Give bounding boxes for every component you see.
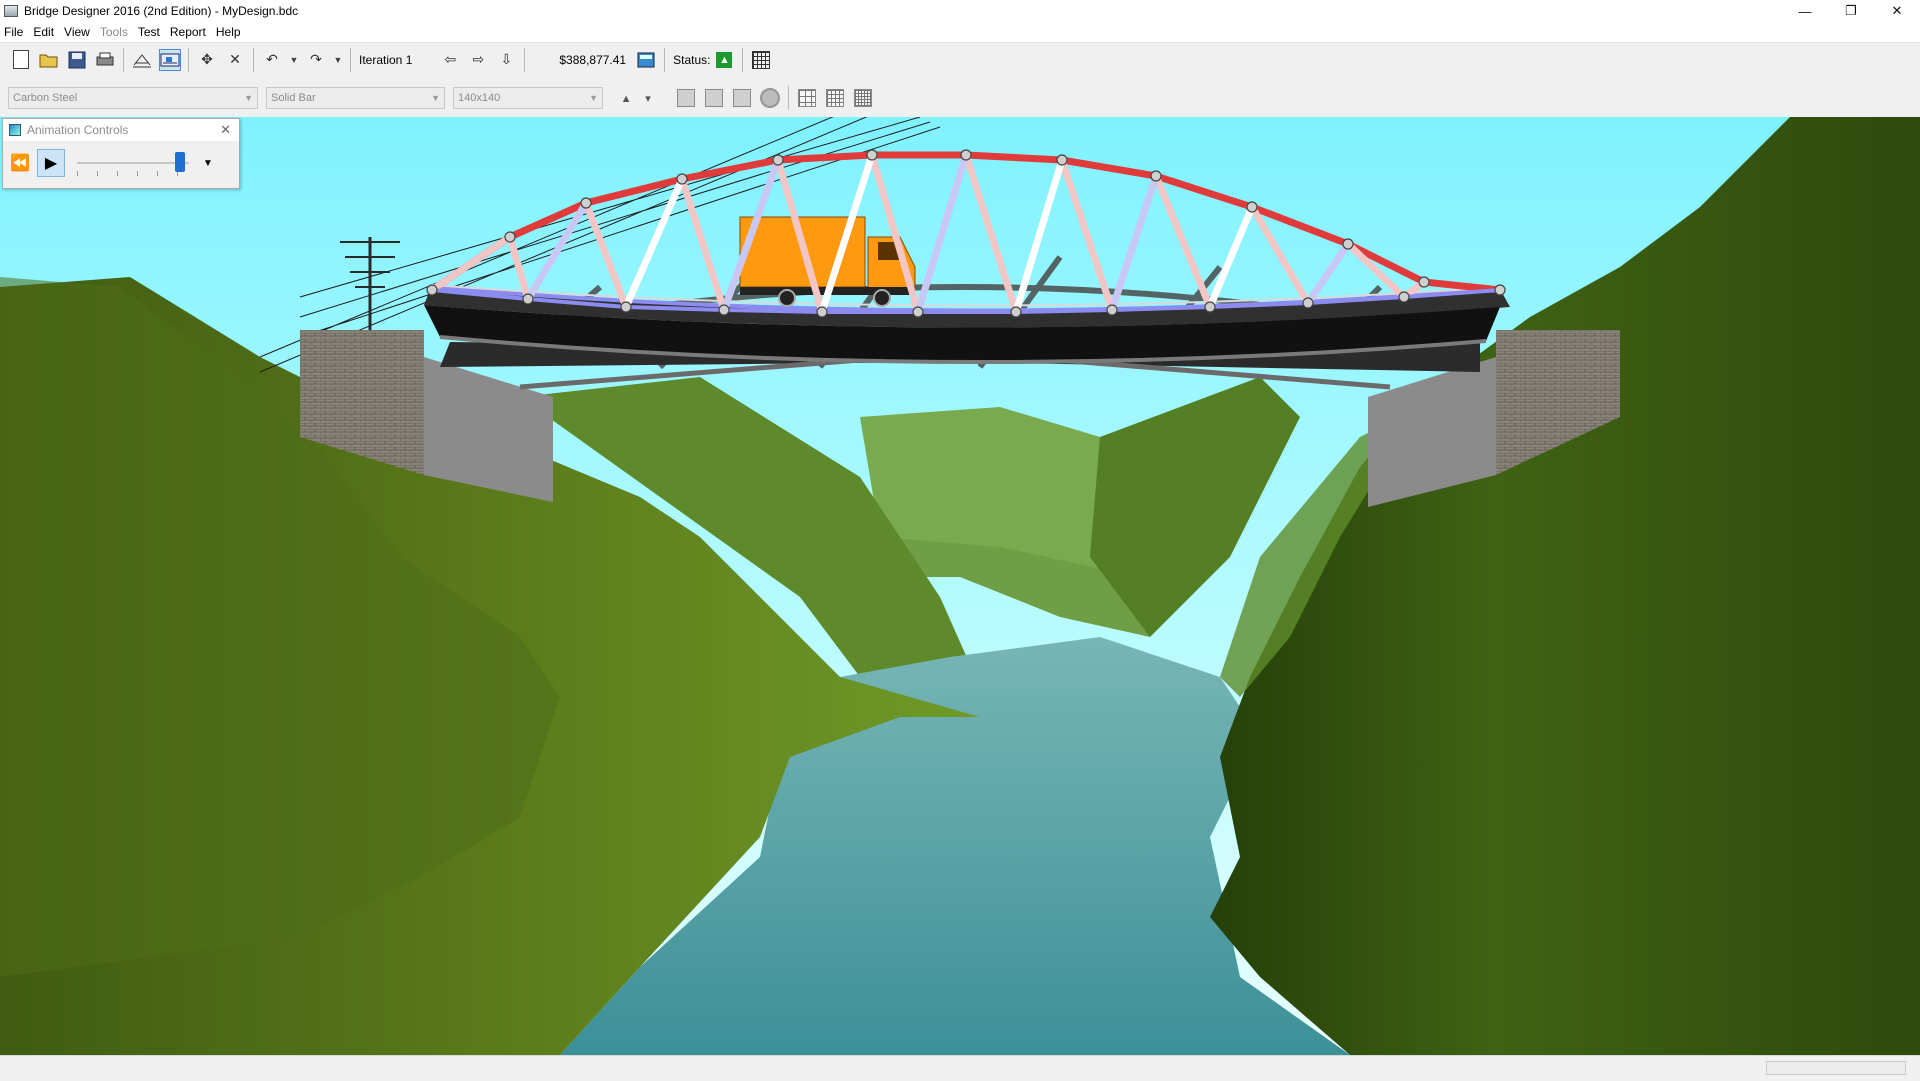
window-title: Bridge Designer 2016 (2nd Edition) - MyD… <box>24 4 299 18</box>
animation-controls-panel: Animation Controls ✕ ⏪ ▶ ▼ <box>2 118 240 189</box>
slider-ticks <box>77 171 189 176</box>
drafting-board-icon[interactable] <box>131 49 153 71</box>
status-bar <box>0 1055 1920 1081</box>
rulers-icon[interactable] <box>760 87 780 108</box>
load-test-icon[interactable] <box>159 48 181 71</box>
member-properties-toolbar: Carbon Steel ▼ Solid Bar ▼ 140x140 ▼ ▲ ▾ <box>0 78 1920 117</box>
close-button[interactable]: ✕ <box>1874 0 1920 22</box>
main-toolbar: ✥ ✕ ↶ ▼ ↷ ▼ Iteration 1 ⇦ ⇨ ⇩ $388,877.4… <box>0 43 1920 76</box>
menu-file[interactable]: File <box>0 25 29 39</box>
close-icon[interactable]: ✕ <box>220 122 231 138</box>
undo-dropdown-icon[interactable]: ▼ <box>287 49 301 71</box>
previous-iteration-icon[interactable]: ⇦ <box>439 49 461 71</box>
title-bar: Bridge Designer 2016 (2nd Edition) - MyD… <box>0 0 1920 22</box>
redo-icon[interactable]: ↷ <box>305 49 327 71</box>
animation-options-dropdown-icon[interactable]: ▼ <box>203 158 213 169</box>
animation-controls-title: Animation Controls <box>27 123 129 137</box>
animation-speed-slider[interactable] <box>77 149 193 177</box>
redo-dropdown-icon[interactable]: ▼ <box>331 49 345 71</box>
member-list-icon[interactable] <box>677 88 695 107</box>
toolbar-separator <box>524 47 526 72</box>
menu-report[interactable]: Report <box>166 25 212 39</box>
iteration-label: Iteration 1 <box>359 52 413 67</box>
print-icon[interactable] <box>94 49 116 71</box>
chevron-down-icon: ▼ <box>589 92 598 103</box>
toolbar-separator <box>788 85 789 110</box>
minimize-button[interactable]: — <box>1782 0 1828 22</box>
menu-edit[interactable]: Edit <box>29 25 60 39</box>
bridge-3d-view[interactable] <box>0 117 1920 1055</box>
next-iteration-icon[interactable]: ⇨ <box>467 49 489 71</box>
toolbar-separator <box>123 47 124 72</box>
slider-thumb[interactable] <box>175 152 186 172</box>
toolbar-separator <box>350 47 351 72</box>
status-label: Status: <box>673 52 711 67</box>
play-icon[interactable]: ▶ <box>37 149 65 177</box>
toolbar-separator <box>253 47 254 72</box>
cost-calculator-icon[interactable] <box>635 49 657 71</box>
menu-bar: File Edit View Tools Test Report Help <box>0 22 1920 43</box>
toolbar-separator <box>664 47 666 72</box>
status-bar-panel <box>1766 1061 1906 1075</box>
material-select[interactable]: Carbon Steel ▼ <box>8 86 258 109</box>
menu-tools[interactable]: Tools <box>96 25 134 39</box>
delete-icon[interactable]: ✕ <box>224 49 246 71</box>
section-select-value: Solid Bar <box>271 91 316 104</box>
medium-grid-icon[interactable] <box>826 88 844 107</box>
undo-icon[interactable]: ↶ <box>261 49 283 71</box>
rewind-icon[interactable]: ⏪ <box>6 149 34 177</box>
size-decrease-icon[interactable]: ▾ <box>643 91 653 105</box>
cost-label: $388,877.41 <box>559 52 627 67</box>
save-icon[interactable] <box>66 49 88 71</box>
bridge-scene <box>0 117 1920 1055</box>
size-increase-icon[interactable]: ▲ <box>621 91 632 105</box>
menu-help[interactable]: Help <box>212 25 247 39</box>
select-all-icon[interactable]: ✥ <box>196 49 218 71</box>
section-select[interactable]: Solid Bar ▼ <box>266 86 445 109</box>
slider-track <box>77 162 189 164</box>
coarse-grid-icon[interactable] <box>798 88 816 107</box>
member-numbers-icon[interactable] <box>733 88 751 107</box>
chevron-down-icon: ▼ <box>431 92 440 103</box>
window-controls: — ❐ ✕ <box>1782 0 1920 22</box>
load-test-report-icon[interactable] <box>750 49 772 71</box>
material-select-value: Carbon Steel <box>13 91 78 104</box>
size-select[interactable]: 140x140 ▼ <box>453 86 603 109</box>
app-icon <box>4 5 18 17</box>
new-file-icon[interactable] <box>10 49 32 71</box>
menu-test[interactable]: Test <box>134 25 166 39</box>
animation-controls-titlebar[interactable]: Animation Controls ✕ <box>3 119 239 141</box>
animation-controls-row: ⏪ ▶ ▼ <box>3 141 239 185</box>
toolbar-separator <box>188 47 189 72</box>
fine-grid-icon[interactable] <box>854 88 872 107</box>
open-file-icon[interactable] <box>38 49 60 71</box>
size-select-value: 140x140 <box>458 91 501 104</box>
menu-view[interactable]: View <box>60 25 96 39</box>
restore-button[interactable]: ❐ <box>1828 0 1874 22</box>
animation-panel-icon <box>9 124 21 136</box>
chevron-down-icon: ▼ <box>244 92 253 103</box>
status-passed-icon[interactable]: ▲ <box>716 51 733 68</box>
member-table-icon[interactable] <box>705 88 723 107</box>
iteration-browser-icon[interactable]: ⇩ <box>495 49 517 71</box>
toolbar-separator <box>742 47 744 72</box>
